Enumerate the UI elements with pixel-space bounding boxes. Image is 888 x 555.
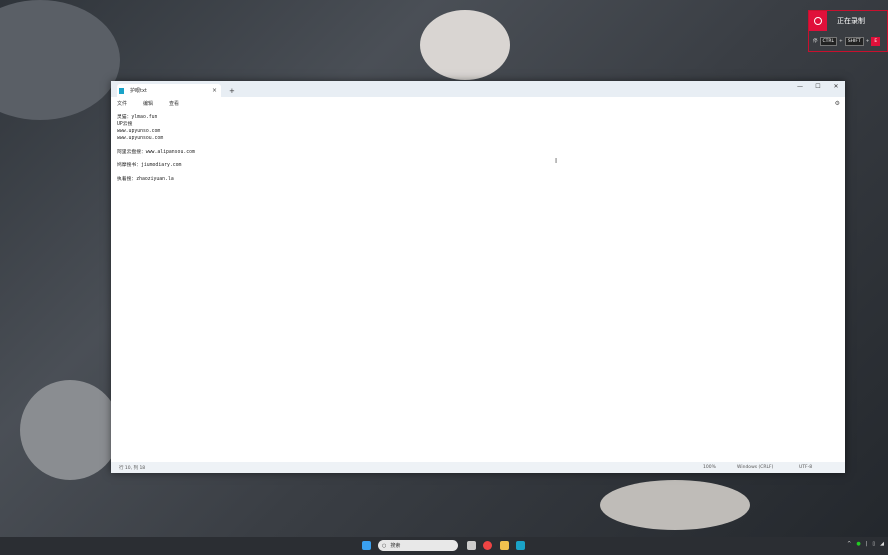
recording-panel: 正在录制 停 CTRL + SHIFT + E (808, 10, 888, 52)
recording-status: 正在录制 (837, 17, 865, 25)
status-bar: 行 10, 列 18 100% Windows (CRLF) UTF-8 (111, 462, 845, 473)
cursor-position: 行 10, 列 18 (119, 466, 146, 471)
maximize-button[interactable]: ☐ (809, 81, 827, 93)
line-ending: Windows (CRLF) (737, 465, 774, 470)
search-placeholder: 搜索 (390, 543, 401, 549)
gear-icon[interactable]: ⚙ (835, 100, 840, 107)
editor-line: UP云搜 (117, 121, 133, 127)
record-button[interactable] (809, 11, 827, 31)
menu-view[interactable]: 查看 (169, 100, 179, 107)
stop-label: 停 (813, 39, 818, 44)
menu-bar: 文件 编辑 查看 ⚙ (111, 97, 845, 109)
record-icon (814, 17, 822, 25)
notepad-taskbar-icon[interactable] (516, 541, 525, 550)
encoding: UTF-8 (799, 465, 813, 470)
title-bar: 护眼txt × + — ☐ ✕ (111, 81, 845, 97)
wechat-icon[interactable]: ● (856, 541, 860, 547)
new-tab-button[interactable]: + (229, 87, 235, 95)
text-editor[interactable]: 灵猫：ylmao.fun UP云搜 www.upyunso.com www.up… (117, 115, 839, 184)
system-tray: ^ ● | ▯ ◢ (847, 541, 884, 547)
windows-start-icon[interactable] (362, 541, 371, 550)
stop-shortcut: 停 CTRL + SHIFT + E (809, 31, 887, 51)
file-explorer-icon[interactable] (500, 541, 509, 550)
taskbar-search[interactable]: ○ 搜索 (378, 540, 458, 551)
wallpaper-shape (600, 480, 750, 530)
notepad-window: 护眼txt × + — ☐ ✕ 文件 编辑 查看 ⚙ 灵猫：ylmao.fun … (111, 81, 845, 473)
editor-line: 灵猫：ylmao.fun (117, 115, 158, 120)
chrome-icon[interactable] (483, 541, 492, 550)
network-icon[interactable]: ▯ (872, 541, 875, 547)
task-view-icon[interactable] (467, 541, 476, 550)
wallpaper-shape (420, 10, 510, 80)
zoom-level: 100% (703, 465, 716, 470)
chevron-up-icon[interactable]: ^ (847, 541, 851, 547)
taskbar: ○ 搜索 ^ ● | ▯ ◢ (0, 537, 888, 555)
close-tab-button[interactable]: × (212, 87, 217, 94)
editor-line: www.upyunsou.com (117, 135, 164, 141)
minimize-button[interactable]: — (791, 81, 809, 93)
editor-line: 鸠摩搜书：jiumodiary.com (117, 163, 182, 169)
microphone-icon[interactable]: | (866, 541, 868, 547)
search-icon: ○ (382, 542, 387, 549)
key-ctrl: CTRL (819, 36, 838, 46)
menu-file[interactable]: 文件 (117, 100, 127, 107)
notepad-icon (119, 87, 124, 94)
key-e: E (871, 36, 881, 46)
tab-document[interactable]: 护眼txt × (117, 84, 221, 97)
wallpaper-shape (0, 0, 120, 120)
close-button[interactable]: ✕ (827, 81, 845, 93)
editor-line: 阿里云盘搜：www.alipansou.com (117, 149, 195, 155)
tab-title: 护眼txt (130, 88, 147, 94)
wallpaper-shape (20, 380, 120, 480)
ibeam-cursor-icon: I (555, 157, 558, 165)
menu-edit[interactable]: 编辑 (143, 100, 153, 107)
editor-line: www.upyunso.com (117, 128, 161, 134)
volume-icon[interactable]: ◢ (880, 541, 884, 547)
key-shift: SHIFT (844, 36, 864, 46)
editor-line: 执着搜：zhaoziyuan.la (117, 177, 174, 183)
